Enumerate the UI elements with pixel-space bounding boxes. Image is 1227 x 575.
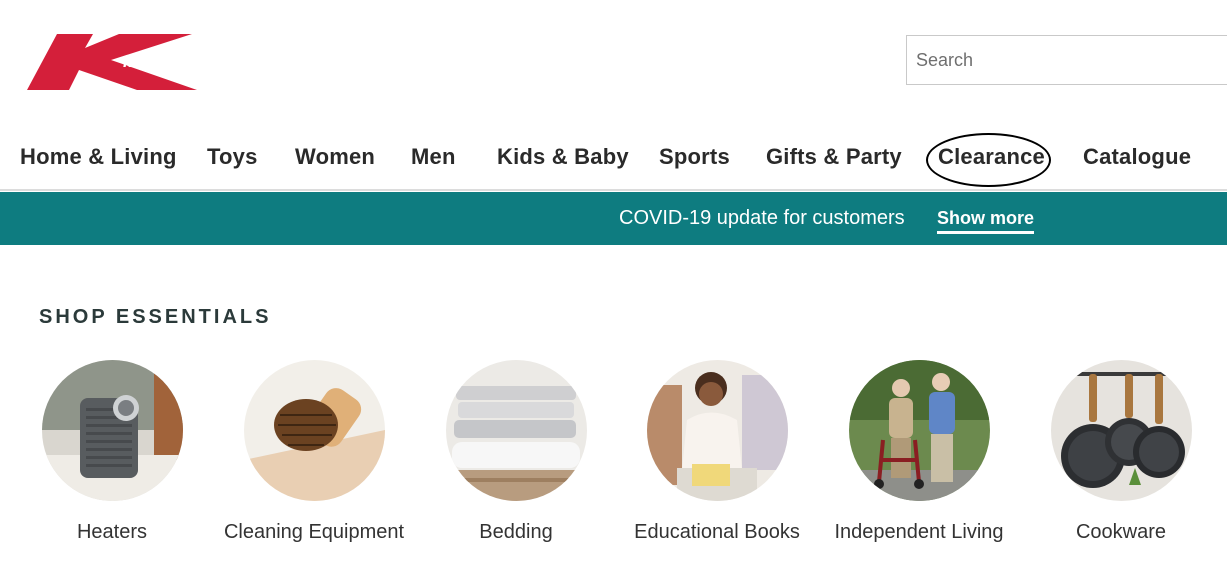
category-label[interactable]: Independent Living: [814, 521, 1024, 544]
category-label[interactable]: Cookware: [1016, 521, 1226, 544]
category-heaters[interactable]: Heaters: [7, 360, 217, 544]
search-box[interactable]: [906, 35, 1227, 85]
nav-divider: [0, 189, 1227, 191]
nav-gifts-party[interactable]: Gifts & Party: [766, 144, 902, 170]
category-cookware[interactable]: Cookware: [1016, 360, 1226, 544]
section-title: SHOP ESSENTIALS: [39, 306, 272, 328]
heater-image[interactable]: [41, 360, 183, 501]
nav-kids-baby[interactable]: Kids & Baby: [497, 144, 629, 170]
show-more-link[interactable]: Show more: [937, 208, 1035, 234]
search-input[interactable]: [907, 36, 1227, 84]
brush-image[interactable]: [243, 360, 385, 501]
category-label[interactable]: Heaters: [7, 521, 217, 544]
bedding-image[interactable]: [445, 360, 587, 501]
category-independent-living[interactable]: Independent Living: [814, 360, 1024, 544]
nav-toys[interactable]: Toys: [207, 144, 258, 170]
banner-text: COVID-19 update for customers: [619, 207, 905, 229]
category-bedding[interactable]: Bedding: [411, 360, 621, 544]
pans-image[interactable]: [1050, 360, 1192, 501]
child-reading-image[interactable]: [646, 360, 788, 501]
category-label[interactable]: Educational Books: [612, 521, 822, 544]
category-label[interactable]: Cleaning Equipment: [209, 521, 419, 544]
category-educational-books[interactable]: Educational Books: [612, 360, 822, 544]
nav-women[interactable]: Women: [295, 144, 375, 170]
category-cleaning-equipment[interactable]: Cleaning Equipment: [209, 360, 419, 544]
nav-catalogue[interactable]: Catalogue: [1083, 144, 1191, 170]
walker-image[interactable]: [848, 360, 990, 501]
nav-home-living[interactable]: Home & Living: [20, 144, 177, 170]
category-label[interactable]: Bedding: [411, 521, 621, 544]
covid-banner: COVID-19 update for customers Show more: [0, 192, 1227, 245]
nav-clearance[interactable]: Clearance: [938, 144, 1045, 170]
svg-text:mart: mart: [123, 52, 161, 71]
kmart-logo[interactable]: mart: [27, 34, 209, 92]
main-nav: Home & Living Toys Women Men Kids & Baby…: [0, 140, 1227, 180]
nav-sports[interactable]: Sports: [659, 144, 730, 170]
nav-men[interactable]: Men: [411, 144, 456, 170]
